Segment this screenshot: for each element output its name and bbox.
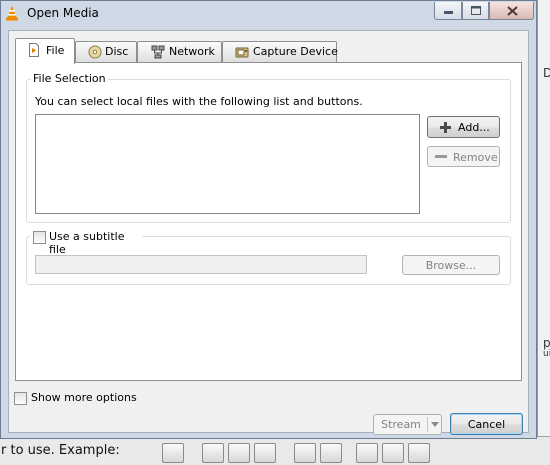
stream-split-divider [427,417,428,432]
cancel-button[interactable]: Cancel [450,413,523,435]
subtitle-checkbox-row[interactable]: Use a subtitle file [30,229,142,256]
play-icon [162,443,184,463]
remove-button[interactable]: Remove [427,146,500,167]
minimize-button[interactable] [434,2,462,20]
tab-network[interactable]: Network [137,41,222,62]
subtitle-path-input[interactable] [35,255,367,274]
network-icon [151,45,165,59]
close-button[interactable] [489,2,534,20]
loop-icon [382,443,404,463]
previous-icon [202,443,224,463]
maximize-icon [471,6,481,15]
title-bar: Open Media [1,1,538,25]
add-button[interactable]: Add... [427,116,500,138]
tab-capture-device[interactable]: Capture Device [222,41,338,62]
stream-button-label: Stream [381,418,421,431]
vlc-cone-icon [6,6,18,21]
tab-file[interactable]: File [15,38,75,64]
add-button-label: Add... [458,121,490,134]
cancel-button-label: Cancel [467,418,506,431]
close-icon [507,6,518,16]
subtitle-checkbox[interactable] [33,231,46,244]
stop-icon [228,443,250,463]
show-more-options-checkbox[interactable] [14,392,27,405]
disc-icon [88,45,102,59]
tab-disc[interactable]: Disc [75,41,137,62]
subtitle-checkbox-label: Use a subtitle file [49,230,125,256]
playlist-icon [356,443,378,463]
background-glyph: D [543,66,550,80]
background-app-edge: D p ui [537,0,550,464]
next-icon [254,443,276,463]
tab-file-label: File [46,44,65,57]
extended-settings-icon [320,443,342,463]
minus-icon [435,155,447,158]
fullscreen-icon [294,443,316,463]
window-title: Open Media [27,6,99,20]
background-glyph: p [543,336,550,350]
tab-network-label: Network [169,45,215,58]
file-icon [29,43,39,57]
shuffle-icon [408,443,430,463]
dropdown-arrow-icon[interactable] [431,422,439,427]
maximize-button[interactable] [462,2,489,20]
browse-button-label: Browse... [425,259,477,272]
background-text: r to use. Example: [1,443,120,458]
plus-icon [440,122,451,133]
tab-capture-device-label: Capture Device [253,45,338,58]
tab-disc-label: Disc [105,45,129,58]
file-list[interactable] [35,114,420,214]
file-selection-title: File Selection [31,72,108,85]
capture-device-icon [235,47,249,58]
stream-button[interactable]: Stream [373,414,442,435]
show-more-options-label: Show more options [31,391,137,404]
background-player-controls: r to use. Example: [0,436,550,465]
remove-button-label: Remove [453,151,498,164]
browse-button[interactable]: Browse... [402,255,500,275]
background-glyph: ui [543,349,550,359]
minimize-icon [444,11,453,14]
file-selection-description: You can select local files with the foll… [35,95,363,108]
